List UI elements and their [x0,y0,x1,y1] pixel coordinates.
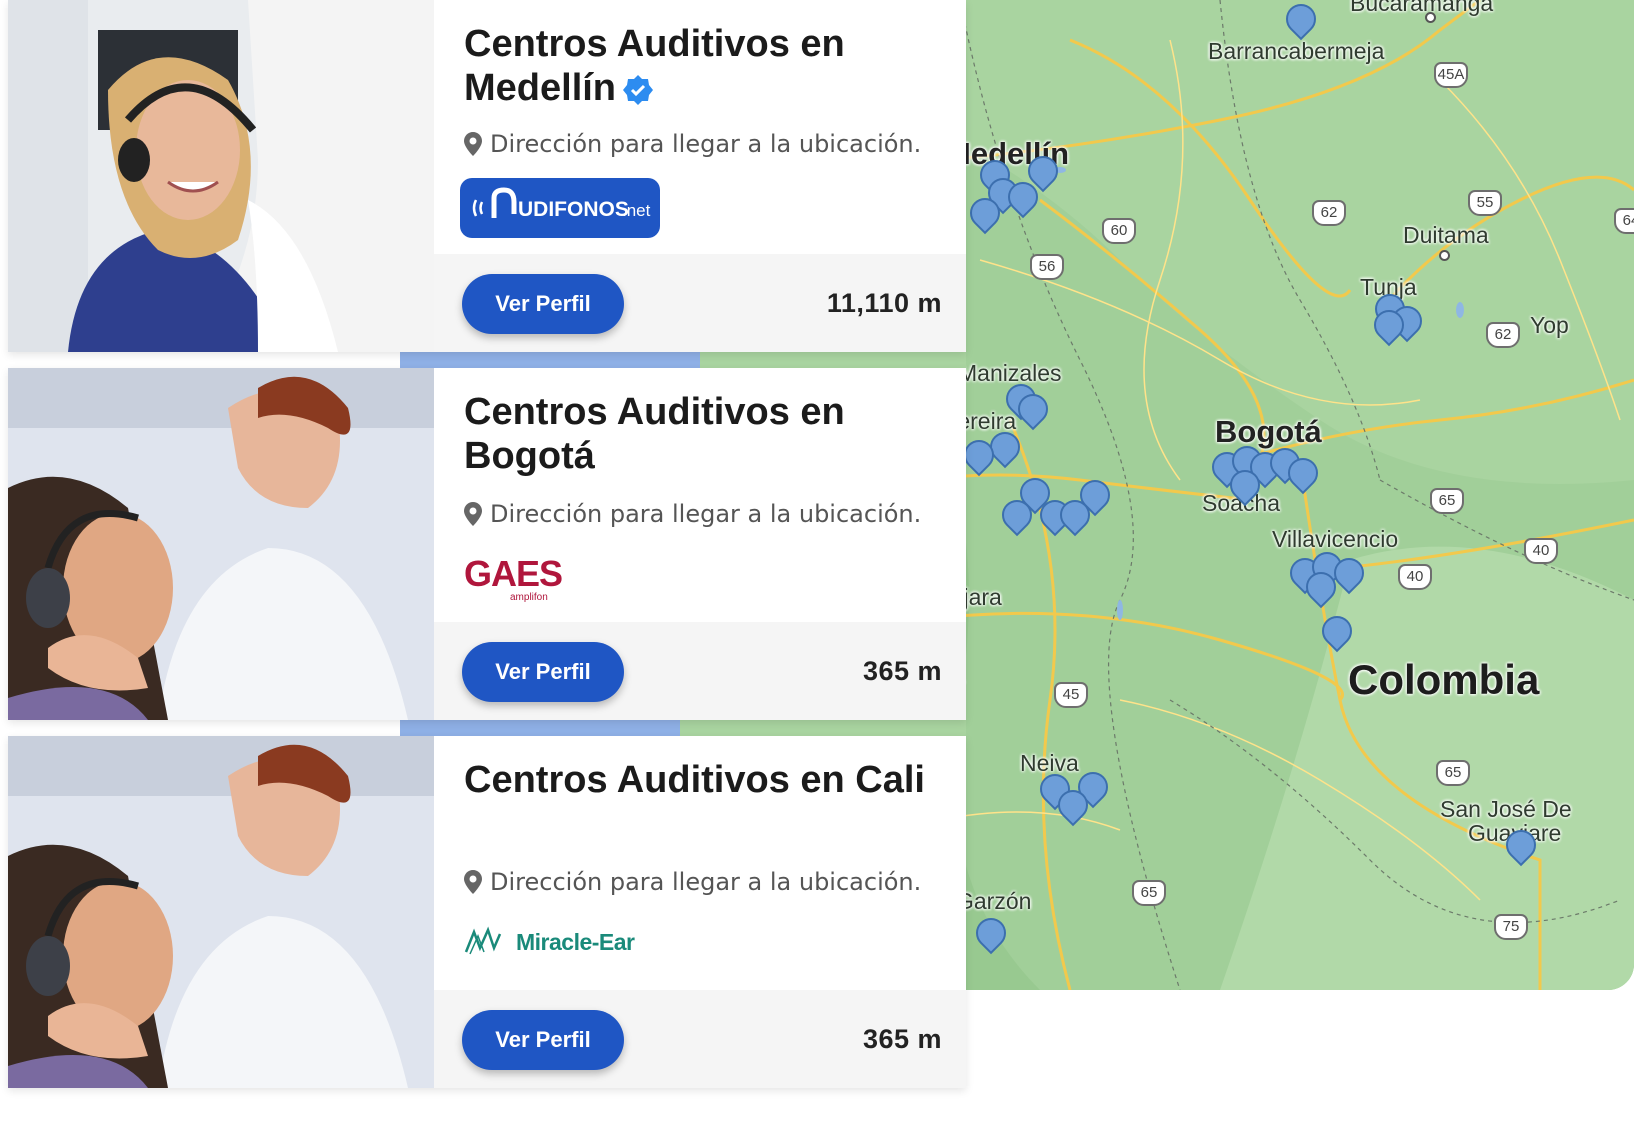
clinic-card[interactable]: Centros Auditivos en Medellín Dirección … [8,0,966,352]
verified-badge-icon [623,74,654,105]
directions-link[interactable]: Dirección para llegar a la ubicación. [464,130,921,158]
address-text: Dirección para llegar a la ubicación. [490,500,922,528]
card-footer: Ver Perfil 365 m [434,990,966,1088]
map-label-duitama: Duitama [1403,222,1489,248]
route-shield: 65 [1132,880,1166,906]
location-pin-icon [464,870,482,894]
card-footer: Ver Perfil 365 m [434,622,966,720]
route-shield: 55 [1468,190,1502,216]
route-shield: 62 [1312,200,1346,226]
logo-brand-text: UDIFONOS [518,198,629,221]
brand-logo: Miracle-Ear [460,918,670,973]
map-label-colombia: Colombia [1348,656,1540,703]
card-title: Centros Auditivos en Medellín [464,22,934,110]
map-label-bucaramanga: Bucaramanga [1350,0,1494,16]
clinic-card[interactable]: Centros Auditivos en Bogotá Dirección pa… [8,368,966,720]
view-profile-button[interactable]: Ver Perfil [462,642,624,702]
route-shield: 75 [1494,914,1528,940]
clinic-photo [8,0,434,352]
card-title: Centros Auditivos en Cali [464,759,925,801]
map-peek-strip [400,352,966,368]
route-shield: 45 [1054,682,1088,708]
card-footer: Ver Perfil 11,110 m [434,254,966,352]
map-label-barrancabermeja: Barrancabermeja [1208,38,1385,64]
town-dot [1425,12,1436,23]
route-shield: 40 [1524,538,1558,564]
address-text: Dirección para llegar a la ubicación. [490,130,922,158]
route-shield: 62 [1486,322,1520,348]
address-text: Dirección para llegar a la ubicación. [490,868,922,896]
route-shield: 65 [1430,488,1464,514]
card-title: Centros Auditivos en Bogotá [464,391,845,477]
location-pin-icon [464,502,482,526]
location-pin-icon [464,132,482,156]
route-shield: 65 [1436,760,1470,786]
clinic-photo [8,368,434,720]
directions-link[interactable]: Dirección para llegar a la ubicación. [464,868,921,896]
logo-brand-text: Miracle-Ear [516,929,635,955]
brand-logo: UDIFONOS .net [460,178,660,243]
map-label-bogota: Bogotá [1215,414,1322,449]
map-label-yopal: Yop [1530,312,1569,338]
logo-brand-text: GAES [464,553,562,594]
map-peek-strip [400,720,966,736]
view-profile-button[interactable]: Ver Perfil [462,1010,624,1070]
route-shield: 56 [1030,254,1064,280]
distance-text: 365 m [862,656,942,686]
card-title-text: Centros Auditivos en Medellín [464,23,845,109]
route-shield: 45A [1434,62,1468,88]
map-label-manizales: Manizales [958,360,1062,386]
map-label-garzon: Garzón [956,888,1032,914]
brand-logo: GAES amplifon [460,548,580,613]
logo-suffix-text: .net [622,201,651,220]
map-label-villavicencio: Villavicencio [1272,526,1399,552]
logo-sub-text: amplifon [510,592,548,603]
map[interactable]: Bucaramanga Barrancabermeja Medellín Dui… [920,0,1634,990]
route-shield: 40 [1398,564,1432,590]
town-dot [1439,250,1450,261]
map-label-neiva: Neiva [1020,750,1079,776]
route-shield: 64 [1614,208,1634,234]
clinic-photo [8,736,434,1088]
clinic-card[interactable]: Centros Auditivos en Cali Dirección para… [8,736,966,1088]
directions-link[interactable]: Dirección para llegar a la ubicación. [464,500,921,528]
map-label-sanjose: San José De [1440,796,1572,822]
distance-text: 11,110 m [826,288,942,318]
route-shield: 60 [1102,218,1136,244]
view-profile-button[interactable]: Ver Perfil [462,274,624,334]
distance-text: 365 m [862,1024,942,1054]
